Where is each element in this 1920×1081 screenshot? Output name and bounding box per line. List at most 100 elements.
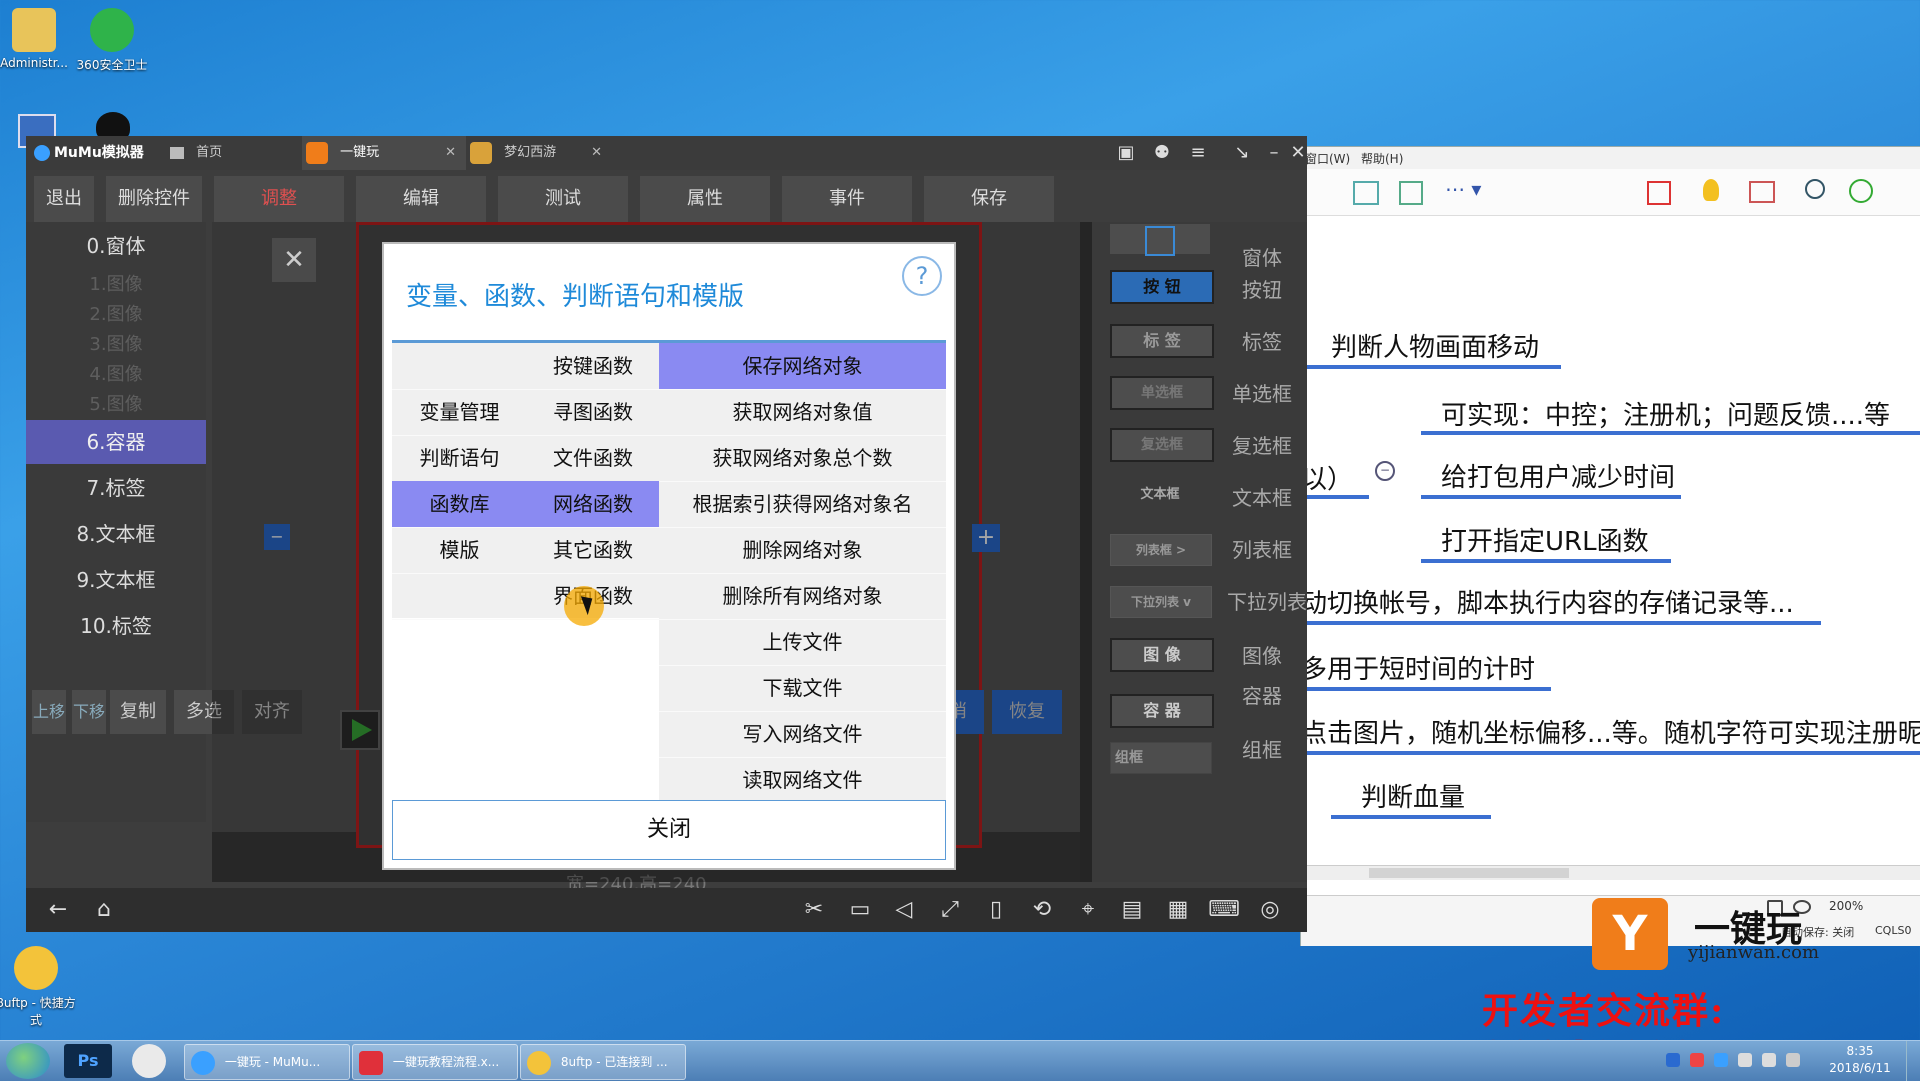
help-icon[interactable]: ? <box>902 256 942 296</box>
function-item-selected[interactable]: 保存网络对象 <box>659 343 946 390</box>
gamepad-icon[interactable]: ◎ <box>1254 894 1286 926</box>
function-item[interactable]: 获取网络对象值 <box>659 389 946 436</box>
function-item[interactable]: 删除网络对象 <box>659 527 946 574</box>
category-item[interactable] <box>392 343 527 390</box>
user-icon[interactable]: ⚉ <box>1142 136 1182 170</box>
photoshop-icon[interactable]: Ps <box>64 1044 112 1078</box>
collapse-icon[interactable]: − <box>1375 461 1395 481</box>
shake-icon[interactable]: ▯ <box>980 894 1012 926</box>
events-button[interactable]: 事件 <box>782 176 912 222</box>
list-item[interactable]: 7.标签 <box>26 466 206 510</box>
palette-checkbox[interactable]: 复选框 <box>1110 428 1214 462</box>
scissors-icon[interactable]: ✂ <box>798 894 830 926</box>
show-desktop-button[interactable] <box>1906 1041 1920 1081</box>
category-item[interactable] <box>392 573 527 620</box>
test-button[interactable]: 测试 <box>498 176 628 222</box>
scroll-thumb[interactable] <box>1369 868 1569 878</box>
toolbox-icon[interactable]: ▦ <box>1162 894 1194 926</box>
palette-label-ctrl[interactable]: 标 签 <box>1110 324 1214 358</box>
form-thumb-icon[interactable] <box>1110 224 1210 256</box>
function-item[interactable]: 下载文件 <box>659 665 946 712</box>
mm-node[interactable]: 动切换帐号，脚本执行内容的存储记录等... <box>1301 583 1794 620</box>
menu-help[interactable]: 帮助(H) <box>1361 150 1403 167</box>
volume-icon[interactable] <box>1738 1053 1752 1067</box>
category-item[interactable]: 模版 <box>392 527 527 574</box>
list-item[interactable]: 1.图像 <box>26 270 206 300</box>
category-item[interactable]: 判断语句 <box>392 435 527 482</box>
share-icon[interactable] <box>1849 179 1873 203</box>
tray-icon[interactable] <box>1690 1053 1704 1067</box>
close-button[interactable]: 关闭 <box>392 800 946 860</box>
function-item[interactable]: 根据索引获得网络对象名 <box>659 481 946 528</box>
back-icon[interactable]: ← <box>42 894 74 926</box>
function-item[interactable]: 上传文件 <box>659 619 946 666</box>
search-icon[interactable] <box>1805 179 1825 199</box>
home-icon[interactable]: ⌂ <box>88 894 120 926</box>
function-group-item[interactable]: 按键函数 <box>527 343 659 390</box>
start-button[interactable] <box>6 1043 50 1079</box>
rotate-icon[interactable]: ⟲ <box>1026 894 1058 926</box>
clock[interactable]: 8:35 2018/6/11 <box>1820 1043 1900 1077</box>
keyboard-icon[interactable]: ⌨ <box>1208 894 1240 926</box>
signal-icon[interactable] <box>1786 1053 1800 1067</box>
list-item[interactable]: 2.图像 <box>26 300 206 330</box>
menu-window[interactable]: 窗口(W) <box>1305 150 1350 167</box>
desktop-icon-360[interactable]: 360安全卫士 <box>72 8 152 73</box>
network-icon[interactable] <box>1762 1053 1776 1067</box>
palette-image[interactable]: 图 像 <box>1110 638 1214 672</box>
mm-node[interactable]: 判断人物画面移动 <box>1331 327 1539 364</box>
present-icon[interactable] <box>1647 181 1671 205</box>
edit-button[interactable]: 编辑 <box>356 176 486 222</box>
list-item[interactable]: 10.标签 <box>26 604 206 648</box>
volume-icon[interactable]: ◁ <box>888 894 920 926</box>
list-item-selected[interactable]: 6.容器 <box>26 420 206 464</box>
adjust-button[interactable]: 调整 <box>214 176 344 222</box>
function-group-item[interactable]: 寻图函数 <box>527 389 659 436</box>
palette-dropdown[interactable]: 下拉列表 v <box>1110 586 1212 618</box>
menu-icon[interactable]: ≡ <box>1178 136 1218 170</box>
copy-button[interactable]: 复制 <box>110 690 166 734</box>
gift-icon[interactable]: ▣ <box>1106 136 1146 170</box>
baidu-icon[interactable] <box>132 1044 166 1078</box>
tool-icon[interactable] <box>1399 181 1423 205</box>
close-tab-icon[interactable]: ✕ <box>591 136 602 170</box>
function-group-item[interactable]: 其它函数 <box>527 527 659 574</box>
folder-icon[interactable]: ▭ <box>844 894 876 926</box>
tray-icon[interactable] <box>1714 1053 1728 1067</box>
list-item[interactable]: 8.文本框 <box>26 512 206 556</box>
tool-icon[interactable] <box>1353 181 1379 205</box>
category-item[interactable]: 变量管理 <box>392 389 527 436</box>
move-up-button[interactable]: 上移 <box>32 690 66 734</box>
palette-textbox[interactable]: 文本框 <box>1110 480 1210 510</box>
list-item[interactable]: 4.图像 <box>26 360 206 390</box>
function-item[interactable]: 删除所有网络对象 <box>659 573 946 620</box>
desktop-icon-admin[interactable]: Administr... <box>0 8 74 70</box>
list-item[interactable]: 3.图像 <box>26 330 206 360</box>
delete-control-button[interactable]: 删除控件 <box>106 176 202 222</box>
fullscreen-icon[interactable]: ⤢ <box>934 894 966 926</box>
bulb-icon[interactable] <box>1703 179 1719 201</box>
save-button[interactable]: 保存 <box>924 176 1054 222</box>
mm-node[interactable]: 以） <box>1301 459 1353 496</box>
function-item[interactable]: 写入网络文件 <box>659 711 946 758</box>
function-item[interactable]: 读取网络文件 <box>659 757 946 804</box>
exit-button[interactable]: 退出 <box>34 176 94 222</box>
palette-button[interactable]: 按 钮 <box>1110 270 1214 304</box>
location-icon[interactable]: ⌖ <box>1072 894 1104 926</box>
palette-container[interactable]: 容 器 <box>1110 694 1214 728</box>
properties-button[interactable]: 属性 <box>640 176 770 222</box>
taskbar-item-xmind[interactable]: 一键玩教程流程.x... <box>352 1044 518 1080</box>
palette-radio[interactable]: 单选框 <box>1110 376 1214 410</box>
move-down-button[interactable]: 下移 <box>72 690 106 734</box>
mm-node[interactable]: 判断血量 <box>1361 777 1465 814</box>
panel-icon[interactable] <box>1749 181 1775 203</box>
function-item[interactable]: 获取网络对象总个数 <box>659 435 946 482</box>
mm-node[interactable]: 给打包用户减少时间 <box>1441 457 1675 494</box>
taskbar-item-8uftp[interactable]: 8uftp - 已连接到 ... <box>520 1044 686 1080</box>
h-scrollbar[interactable] <box>1301 865 1920 880</box>
mm-node[interactable]: 可实现：中控；注册机；问题反馈....等 <box>1441 395 1890 432</box>
category-item-selected[interactable]: 函数库 <box>392 481 527 528</box>
close-icon[interactable]: ✕ <box>1286 136 1310 170</box>
list-item[interactable]: 5.图像 <box>26 390 206 420</box>
overlay-close-icon[interactable]: ✕ <box>272 238 316 282</box>
